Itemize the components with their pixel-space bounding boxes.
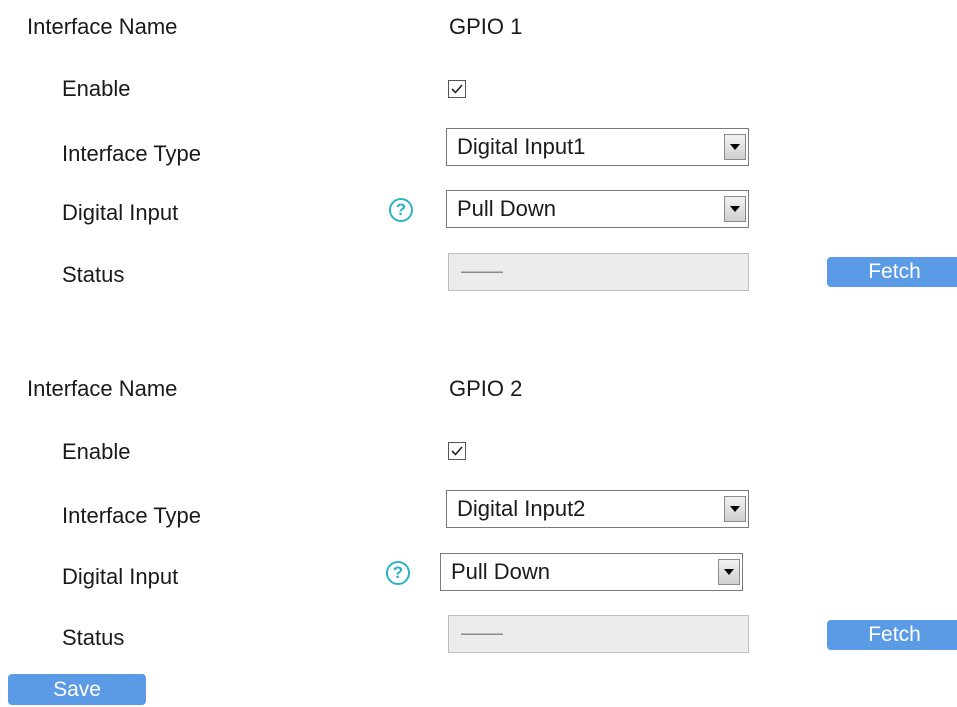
help-question-icon[interactable]: ? [386,561,410,585]
interface-type-selected: Digital Input2 [457,496,586,521]
digital-input-selected: Pull Down [451,559,551,584]
status-field: —— [448,253,749,291]
enable-checkbox[interactable] [448,442,466,460]
enable-label: Enable [62,76,131,101]
save-button[interactable]: Save [8,674,146,705]
interface-type-select[interactable]: Digital Input1 [446,128,749,166]
enable-label: Enable [62,439,131,464]
status-value: —— [461,258,503,283]
interface-name-value: GPIO 1 [449,14,523,39]
chevron-down-icon [724,496,746,522]
status-value: —— [461,620,503,645]
interface-type-label: Interface Type [62,503,202,528]
interface-name-label: Interface Name [27,14,178,39]
status-label: Status [62,262,125,287]
digital-input-select[interactable]: Pull Down [440,553,743,591]
chevron-down-icon [718,559,740,585]
status-label: Status [62,625,125,650]
interface-type-selected: Digital Input1 [457,134,586,159]
interface-type-label: Interface Type [62,141,202,166]
interface-name-value: GPIO 2 [449,376,523,401]
fetch-button[interactable]: Fetch [827,257,957,287]
enable-checkbox[interactable] [448,80,466,98]
digital-input-select[interactable]: Pull Down [446,190,749,228]
interface-type-select[interactable]: Digital Input2 [446,490,749,528]
chevron-down-icon [724,196,746,222]
check-icon [451,84,463,94]
check-icon [451,446,463,456]
help-question-icon[interactable]: ? [389,198,413,222]
digital-input-label: Digital Input [62,564,179,589]
chevron-down-icon [724,134,746,160]
fetch-button[interactable]: Fetch [827,620,957,650]
digital-input-selected: Pull Down [457,196,557,221]
digital-input-label: Digital Input [62,200,179,225]
interface-name-label: Interface Name [27,376,178,401]
status-field: —— [448,615,749,653]
